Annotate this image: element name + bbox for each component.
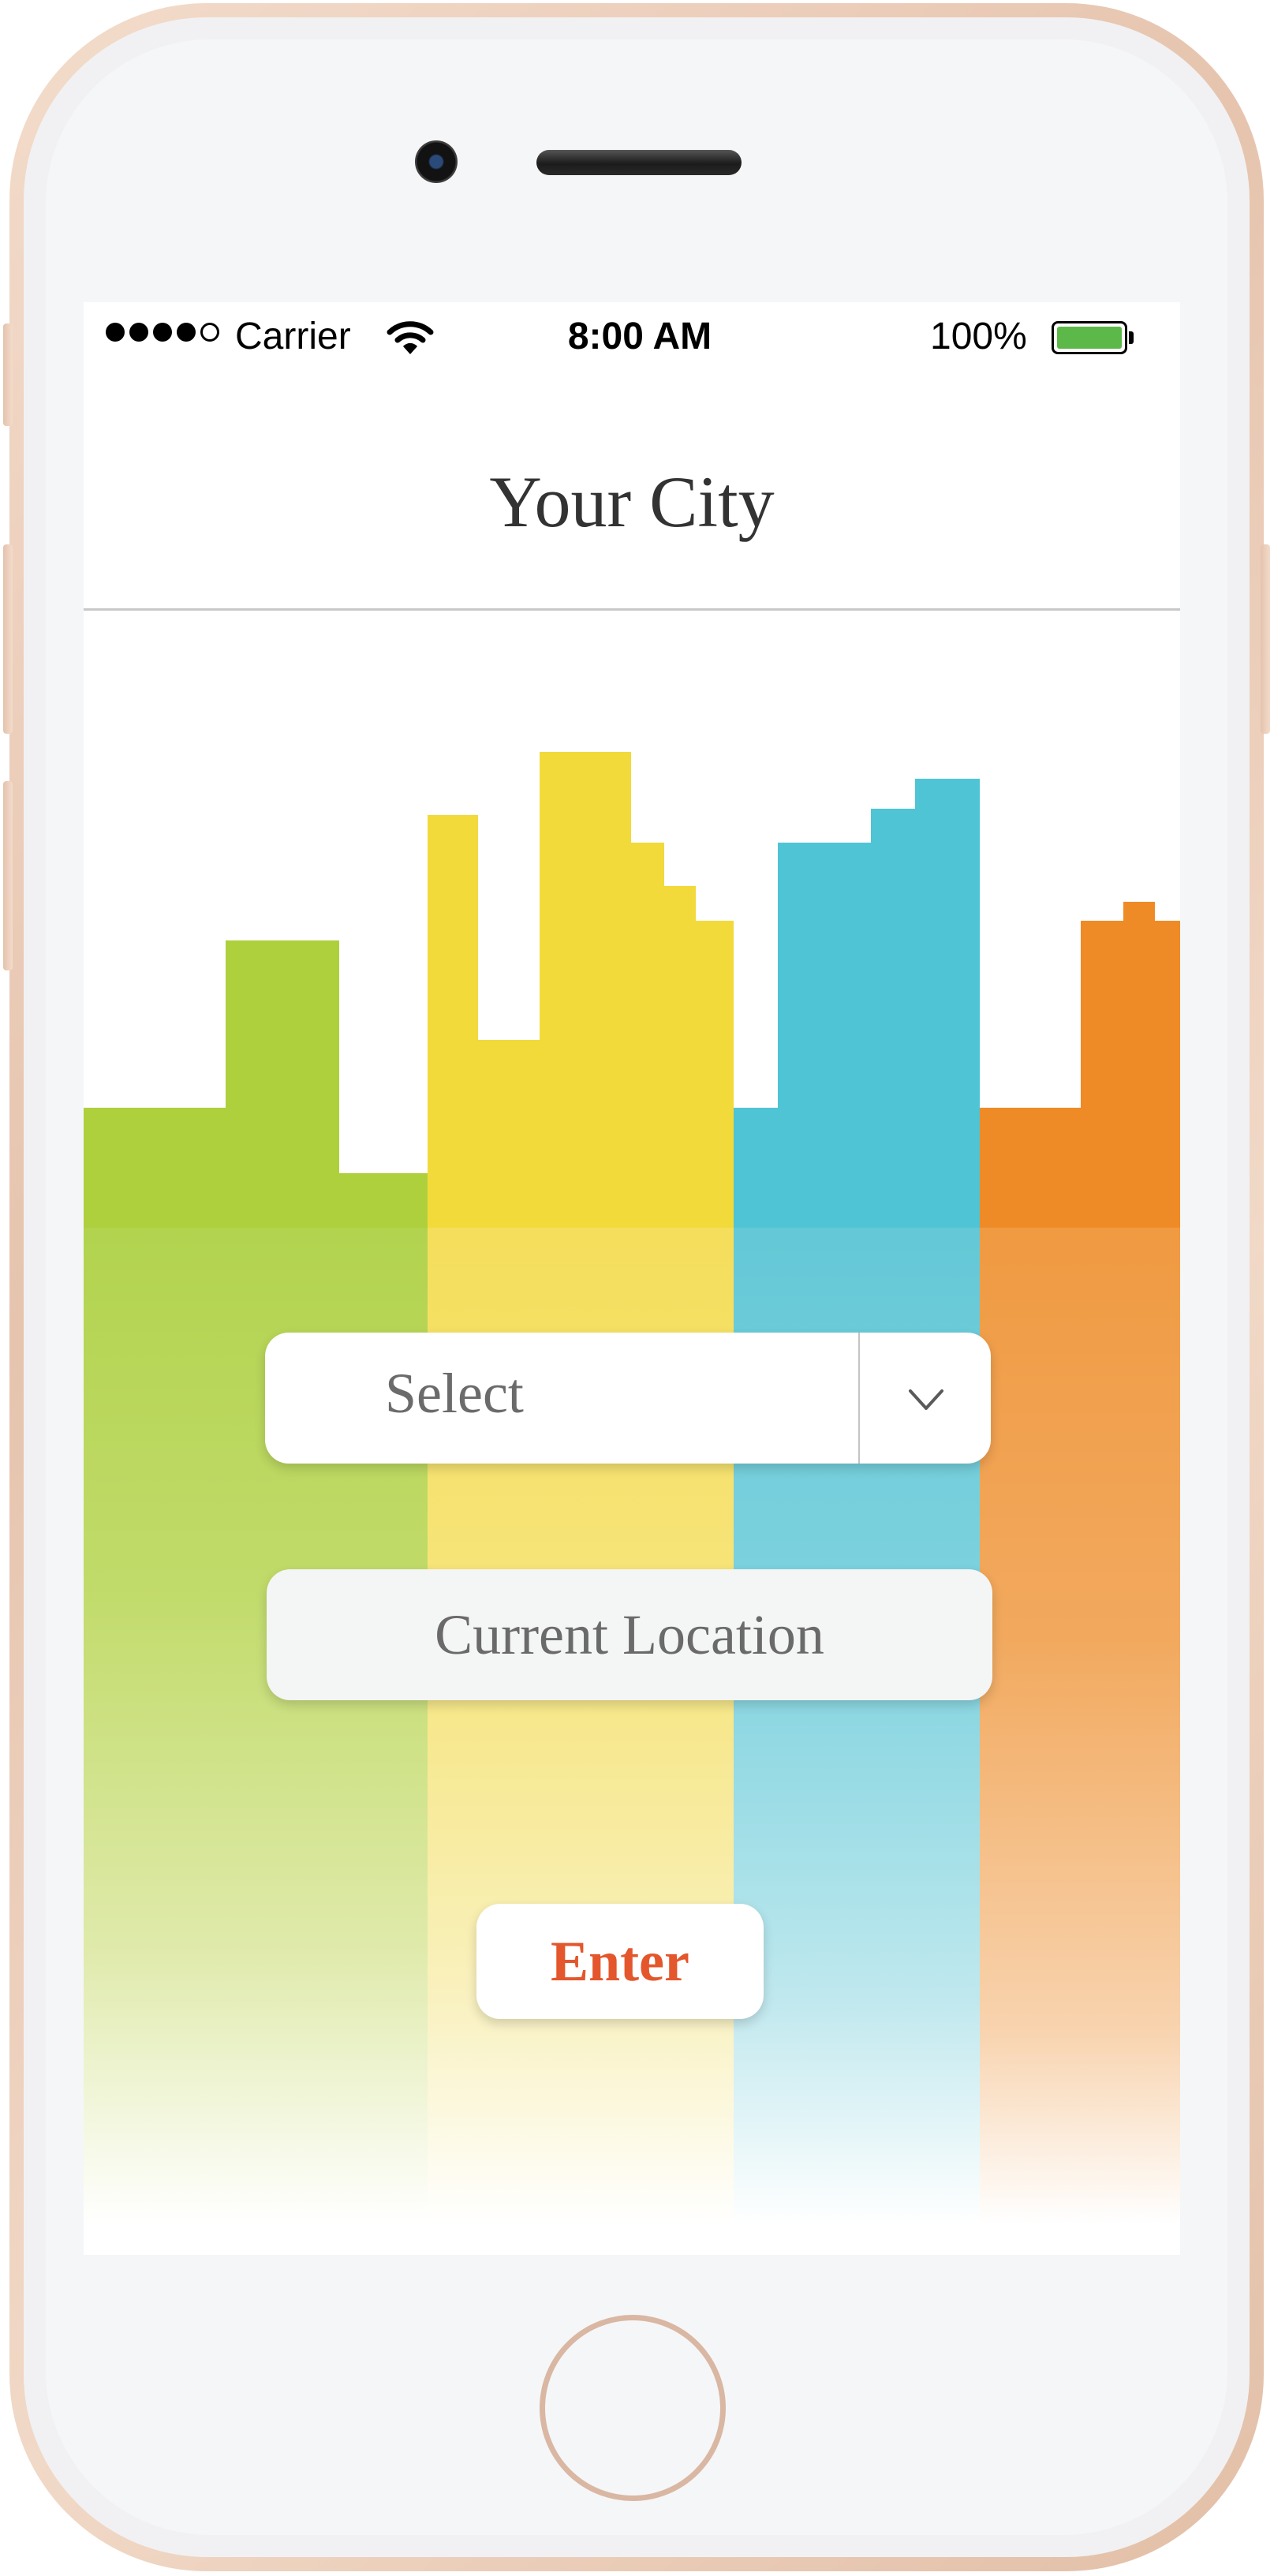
current-location-button[interactable]: Current Location xyxy=(267,1569,992,1700)
select-divider xyxy=(858,1333,860,1464)
home-button[interactable] xyxy=(540,2315,726,2501)
page-title: Your City xyxy=(489,462,775,542)
chevron-down-icon[interactable] xyxy=(904,1377,948,1421)
app-screen: Carrier 8:00 AM 100% Your City Select Cu… xyxy=(84,302,1180,2255)
battery-tip xyxy=(1129,331,1134,344)
status-bar: Carrier 8:00 AM 100% xyxy=(84,302,1180,373)
city-select-dropdown[interactable]: Select xyxy=(265,1333,991,1464)
battery-icon xyxy=(1052,321,1127,354)
mute-switch xyxy=(3,323,13,426)
front-camera-icon xyxy=(415,140,458,183)
signal-strength-icon xyxy=(106,323,219,342)
wifi-icon xyxy=(387,321,434,354)
enter-button[interactable]: Enter xyxy=(476,1904,764,2019)
orange-column xyxy=(980,1228,1180,2255)
status-time: 8:00 AM xyxy=(567,316,712,357)
volume-up-button xyxy=(3,544,13,734)
volume-down-button xyxy=(3,781,13,970)
carrier-label: Carrier xyxy=(235,316,351,357)
header-divider xyxy=(84,608,1180,611)
earpiece-speaker xyxy=(536,150,742,175)
battery-percent: 100% xyxy=(930,316,1027,357)
select-placeholder: Select xyxy=(385,1362,524,1425)
power-button xyxy=(1261,544,1270,734)
